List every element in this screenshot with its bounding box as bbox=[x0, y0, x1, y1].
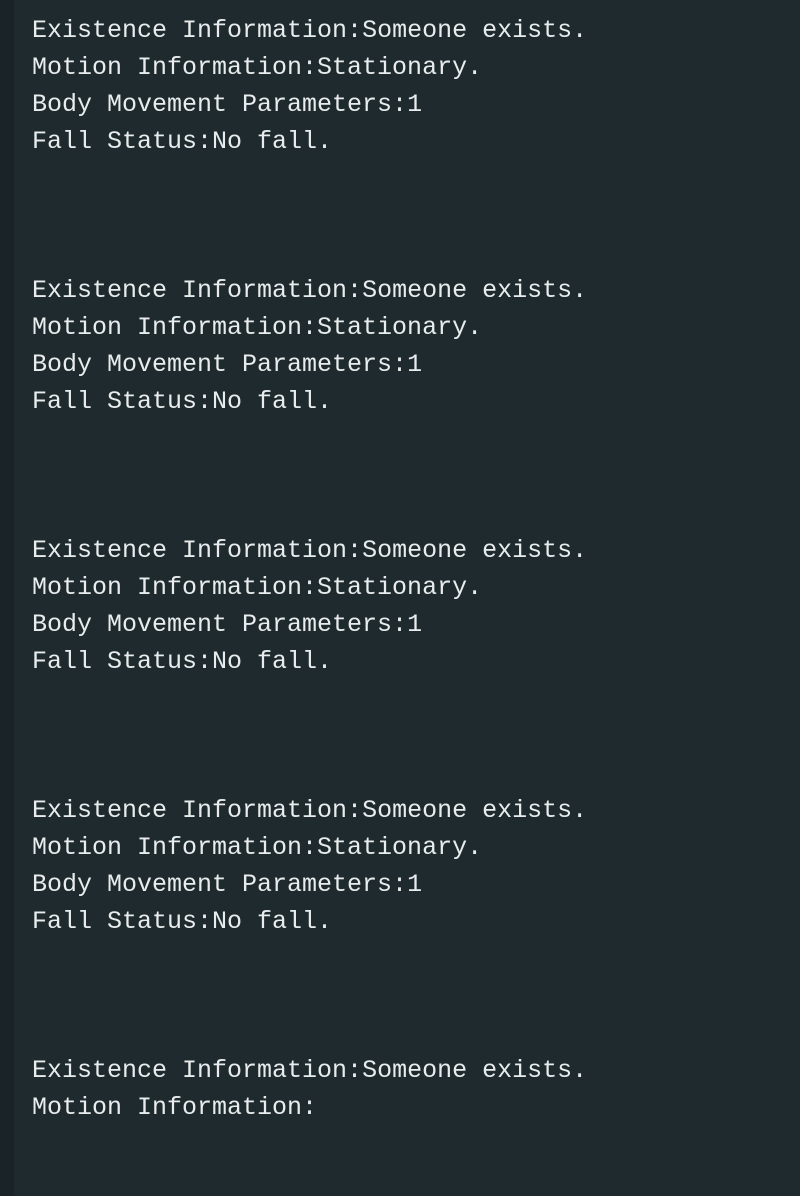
existence-label: Existence Information: bbox=[32, 276, 362, 305]
output-line: Existence Information:Someone exists. bbox=[32, 792, 800, 829]
output-line: Body Movement Parameters:1 bbox=[32, 606, 800, 643]
motion-value: Stationary. bbox=[317, 53, 482, 82]
fall-value: No fall. bbox=[212, 387, 332, 416]
motion-label: Motion Information: bbox=[32, 1093, 317, 1122]
output-block: Existence Information:Someone exists. Mo… bbox=[32, 1052, 800, 1126]
motion-value: Stationary. bbox=[317, 833, 482, 862]
existence-label: Existence Information: bbox=[32, 536, 362, 565]
existence-label: Existence Information: bbox=[32, 1056, 362, 1085]
fall-label: Fall Status: bbox=[32, 907, 212, 936]
output-line: Motion Information:Stationary. bbox=[32, 829, 800, 866]
fall-label: Fall Status: bbox=[32, 127, 212, 156]
terminal-output[interactable]: Existence Information:Someone exists. Mo… bbox=[0, 0, 800, 1196]
body-value: 1 bbox=[407, 90, 422, 119]
existence-value: Someone exists. bbox=[362, 276, 587, 305]
existence-value: Someone exists. bbox=[362, 1056, 587, 1085]
motion-label: Motion Information: bbox=[32, 833, 317, 862]
fall-value: No fall. bbox=[212, 127, 332, 156]
output-line: Body Movement Parameters:1 bbox=[32, 866, 800, 903]
output-line: Existence Information:Someone exists. bbox=[32, 1052, 800, 1089]
output-line: Body Movement Parameters:1 bbox=[32, 86, 800, 123]
output-line: Motion Information:Stationary. bbox=[32, 309, 800, 346]
fall-label: Fall Status: bbox=[32, 647, 212, 676]
output-line: Fall Status:No fall. bbox=[32, 383, 800, 420]
existence-label: Existence Information: bbox=[32, 796, 362, 825]
output-block: Existence Information:Someone exists. Mo… bbox=[32, 792, 800, 940]
existence-value: Someone exists. bbox=[362, 16, 587, 45]
motion-label: Motion Information: bbox=[32, 573, 317, 602]
output-line: Motion Information:Stationary. bbox=[32, 49, 800, 86]
body-value: 1 bbox=[407, 350, 422, 379]
existence-value: Someone exists. bbox=[362, 796, 587, 825]
output-line: Body Movement Parameters:1 bbox=[32, 346, 800, 383]
motion-label: Motion Information: bbox=[32, 313, 317, 342]
output-line: Fall Status:No fall. bbox=[32, 643, 800, 680]
output-line: Fall Status:No fall. bbox=[32, 123, 800, 160]
output-line: Existence Information:Someone exists. bbox=[32, 12, 800, 49]
motion-value: Stationary. bbox=[317, 573, 482, 602]
body-label: Body Movement Parameters: bbox=[32, 610, 407, 639]
output-line: Existence Information:Someone exists. bbox=[32, 532, 800, 569]
body-value: 1 bbox=[407, 610, 422, 639]
existence-value: Someone exists. bbox=[362, 536, 587, 565]
body-value: 1 bbox=[407, 870, 422, 899]
output-block: Existence Information:Someone exists. Mo… bbox=[32, 12, 800, 160]
fall-value: No fall. bbox=[212, 647, 332, 676]
body-label: Body Movement Parameters: bbox=[32, 90, 407, 119]
motion-value: Stationary. bbox=[317, 313, 482, 342]
output-line: Existence Information:Someone exists. bbox=[32, 272, 800, 309]
output-block: Existence Information:Someone exists. Mo… bbox=[32, 272, 800, 420]
output-line: Motion Information: bbox=[32, 1089, 800, 1126]
output-block: Existence Information:Someone exists. Mo… bbox=[32, 532, 800, 680]
output-line: Fall Status:No fall. bbox=[32, 903, 800, 940]
output-line: Motion Information:Stationary. bbox=[32, 569, 800, 606]
body-label: Body Movement Parameters: bbox=[32, 350, 407, 379]
motion-label: Motion Information: bbox=[32, 53, 317, 82]
fall-value: No fall. bbox=[212, 907, 332, 936]
body-label: Body Movement Parameters: bbox=[32, 870, 407, 899]
fall-label: Fall Status: bbox=[32, 387, 212, 416]
existence-label: Existence Information: bbox=[32, 16, 362, 45]
